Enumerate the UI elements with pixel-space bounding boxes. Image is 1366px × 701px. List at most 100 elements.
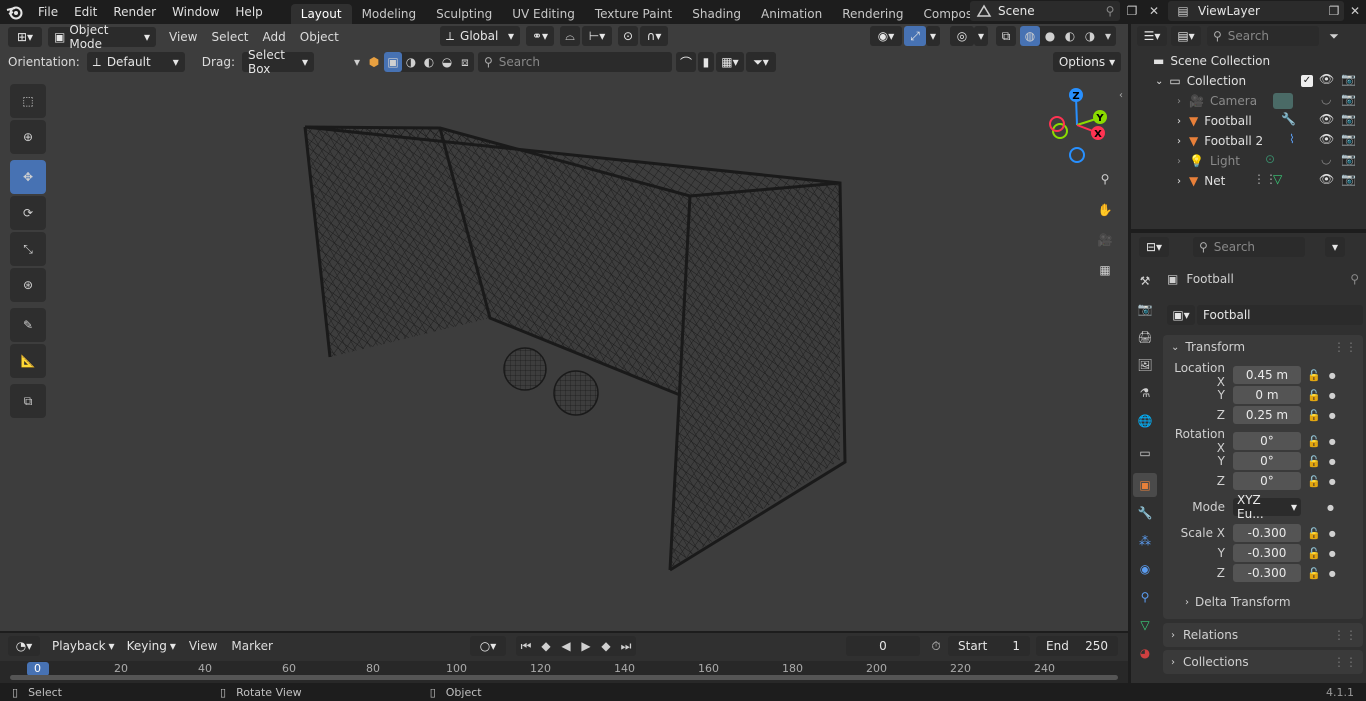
outliner-item-light[interactable]: › 💡 Light ⊙ ◡ 📷 — [1131, 151, 1366, 171]
lock-icon[interactable]: 🔓 — [1307, 567, 1321, 580]
keyframe-dot-icon[interactable]: ● — [1329, 411, 1336, 420]
tab-animation[interactable]: Animation — [751, 4, 832, 24]
menu-window[interactable]: Window — [164, 5, 227, 19]
chevron-down-icon[interactable]: ⌄ — [1155, 76, 1163, 87]
timeline-view-menu[interactable]: View — [182, 639, 224, 653]
lock-icon[interactable]: 🔓 — [1307, 409, 1321, 422]
display-mode-icon[interactable]: ▤▾ — [1171, 26, 1201, 46]
new-scene-icon[interactable]: ❐ — [1122, 2, 1142, 20]
tab-texture-paint[interactable]: Texture Paint — [585, 4, 682, 24]
camera-render-icon[interactable]: 📷 — [1341, 152, 1356, 166]
end-frame-field[interactable]: End 250 — [1036, 636, 1118, 656]
remove-view-layer-icon[interactable]: ✕ — [1346, 2, 1364, 20]
eye-icon[interactable]: 👁 — [1319, 132, 1334, 146]
eye-closed-icon[interactable]: ◡ — [1321, 152, 1331, 166]
chevron-right-icon[interactable]: › — [1177, 116, 1181, 127]
lock-icon[interactable]: 🔓 — [1307, 435, 1321, 448]
outliner-search-field[interactable]: ⚲ Search — [1207, 26, 1319, 46]
sidebar-toggle-icon[interactable]: ‹ — [1119, 90, 1123, 101]
keyframe-dot-icon[interactable]: ● — [1329, 391, 1336, 400]
outliner-item-football[interactable]: › ▼ Football 🔧 👁 📷 — [1131, 111, 1366, 131]
tab-uv-editing[interactable]: UV Editing — [502, 4, 585, 24]
constraints-tab-icon[interactable]: ⚲ — [1133, 585, 1157, 609]
scale-y-field[interactable]: -0.300 — [1233, 544, 1301, 562]
editor-type-clock-icon[interactable]: ◔▾ — [8, 636, 40, 656]
start-frame-field[interactable]: Start 1 — [948, 636, 1030, 656]
properties-options-icon[interactable]: ▾ — [1325, 237, 1345, 257]
rotation-y-field[interactable]: 0° — [1233, 452, 1301, 470]
jump-start-icon[interactable]: ⏮ — [516, 639, 536, 654]
keyframe-dot-icon[interactable]: ● — [1329, 457, 1336, 466]
eye-icon[interactable]: 👁 — [1319, 72, 1334, 86]
menu-render[interactable]: Render — [105, 5, 164, 19]
chevron-right-icon[interactable]: › — [1177, 156, 1181, 167]
menu-help[interactable]: Help — [227, 5, 270, 19]
camera-view-icon[interactable]: 🎥 — [1092, 227, 1118, 253]
scene-collection-row[interactable]: ▬ Scene Collection — [1131, 51, 1366, 71]
object-tab-icon[interactable]: ▣ — [1133, 473, 1157, 497]
pan-hand-icon[interactable]: ✋ — [1092, 197, 1118, 223]
camera-render-icon[interactable]: 📷 — [1341, 72, 1356, 86]
jump-end-icon[interactable]: ⏭ — [616, 639, 636, 654]
camera-render-icon[interactable]: 📷 — [1341, 172, 1356, 186]
navigation-gizmo[interactable]: Z Y X — [1038, 84, 1118, 164]
properties-editor-type-icon[interactable]: ⊟▾ — [1139, 237, 1169, 257]
location-x-field[interactable]: 0.45 m — [1233, 366, 1301, 384]
outliner-editor-type-icon[interactable]: ☰▾ — [1137, 26, 1167, 46]
scene-selector[interactable]: Scene ⚲ — [970, 1, 1120, 21]
menu-edit[interactable]: Edit — [66, 5, 105, 19]
collection-tab-icon[interactable]: ▭ — [1133, 441, 1157, 465]
tab-shading[interactable]: Shading — [682, 4, 751, 24]
lock-icon[interactable]: 🔓 — [1307, 455, 1321, 468]
filter-icon[interactable]: ⏷ — [1319, 29, 1349, 44]
keyframe-dot-icon[interactable]: ● — [1327, 503, 1334, 512]
outliner-item-net[interactable]: › ▼ Net ⋮⋮ ▽ 👁 📷 — [1131, 171, 1366, 191]
collection-checkbox[interactable]: ✓ — [1301, 75, 1313, 87]
scale-z-field[interactable]: -0.300 — [1233, 564, 1301, 582]
data-tab-icon[interactable]: ▽ — [1133, 613, 1157, 637]
keyframe-dot-icon[interactable]: ● — [1329, 549, 1336, 558]
eye-icon[interactable]: 👁 — [1319, 112, 1334, 126]
keyframe-dot-icon[interactable]: ● — [1329, 371, 1336, 380]
delete-scene-icon[interactable]: ✕ — [1144, 2, 1164, 20]
lock-icon[interactable]: 🔓 — [1307, 527, 1321, 540]
3d-viewport[interactable]: ⊞▾ ▣ Object Mode ▾ View Select Add Objec… — [0, 24, 1128, 631]
play-icon[interactable]: ▶ — [576, 639, 596, 653]
keying-menu[interactable]: Keying ▾ — [121, 636, 182, 656]
perspective-grid-icon[interactable]: ▦ — [1092, 257, 1118, 283]
keyframe-dot-icon[interactable]: ● — [1329, 569, 1336, 578]
material-tab-icon[interactable]: ◕ — [1133, 641, 1157, 665]
lock-icon[interactable]: 🔓 — [1307, 389, 1321, 402]
drag-handle-icon[interactable]: ⋮⋮ — [1333, 628, 1357, 642]
location-z-field[interactable]: 0.25 m — [1233, 406, 1301, 424]
auto-keying-icon[interactable]: ○▾ — [470, 636, 506, 656]
prev-keyframe-icon[interactable]: ◆ — [536, 639, 556, 653]
scene-tab-icon[interactable]: ⚗ — [1133, 381, 1157, 405]
lock-icon[interactable]: 🔓 — [1307, 369, 1321, 382]
output-tab-icon[interactable]: 🖨 — [1133, 325, 1157, 349]
transform-panel-header[interactable]: ⌄ Transform ⋮⋮ — [1163, 335, 1363, 359]
next-keyframe-icon[interactable]: ◆ — [596, 639, 616, 653]
tab-modeling[interactable]: Modeling — [352, 4, 427, 24]
camera-render-icon[interactable]: 📷 — [1341, 92, 1356, 106]
blender-logo-icon[interactable] — [0, 0, 30, 24]
zoom-icon[interactable]: ⚲ — [1092, 166, 1118, 192]
collections-panel[interactable]: › Collections ⋮⋮ — [1163, 650, 1363, 674]
copy-view-layer-icon[interactable]: ❐ — [1324, 4, 1344, 18]
properties-search-field[interactable]: ⚲ Search — [1193, 237, 1305, 257]
relations-panel[interactable]: › Relations ⋮⋮ — [1163, 623, 1363, 647]
eye-closed-icon[interactable]: ◡ — [1321, 92, 1331, 106]
timeline-ruler[interactable]: 0 20 40 60 80 100 120 140 160 180 200 22… — [0, 661, 1128, 683]
keyframe-dot-icon[interactable]: ● — [1329, 477, 1336, 486]
outliner-item-camera[interactable]: › 🎥 Camera ◡ 📷 — [1131, 91, 1366, 111]
render-tab-icon[interactable]: 📷 — [1133, 297, 1157, 321]
eye-icon[interactable]: 👁 — [1319, 172, 1334, 186]
menu-file[interactable]: File — [30, 5, 66, 19]
rotation-mode-dropdown[interactable]: XYZ Eu... ▾ — [1233, 493, 1301, 521]
rotation-z-field[interactable]: 0° — [1233, 472, 1301, 490]
view-layer-selector[interactable]: ▤ ViewLayer ❐ — [1168, 1, 1344, 21]
tab-layout[interactable]: Layout — [290, 4, 352, 24]
lock-icon[interactable]: 🔓 — [1307, 475, 1321, 488]
collection-row[interactable]: ⌄ ▭ Collection ✓ 👁 📷 — [1131, 71, 1366, 91]
physics-tab-icon[interactable]: ◉ — [1133, 557, 1157, 581]
